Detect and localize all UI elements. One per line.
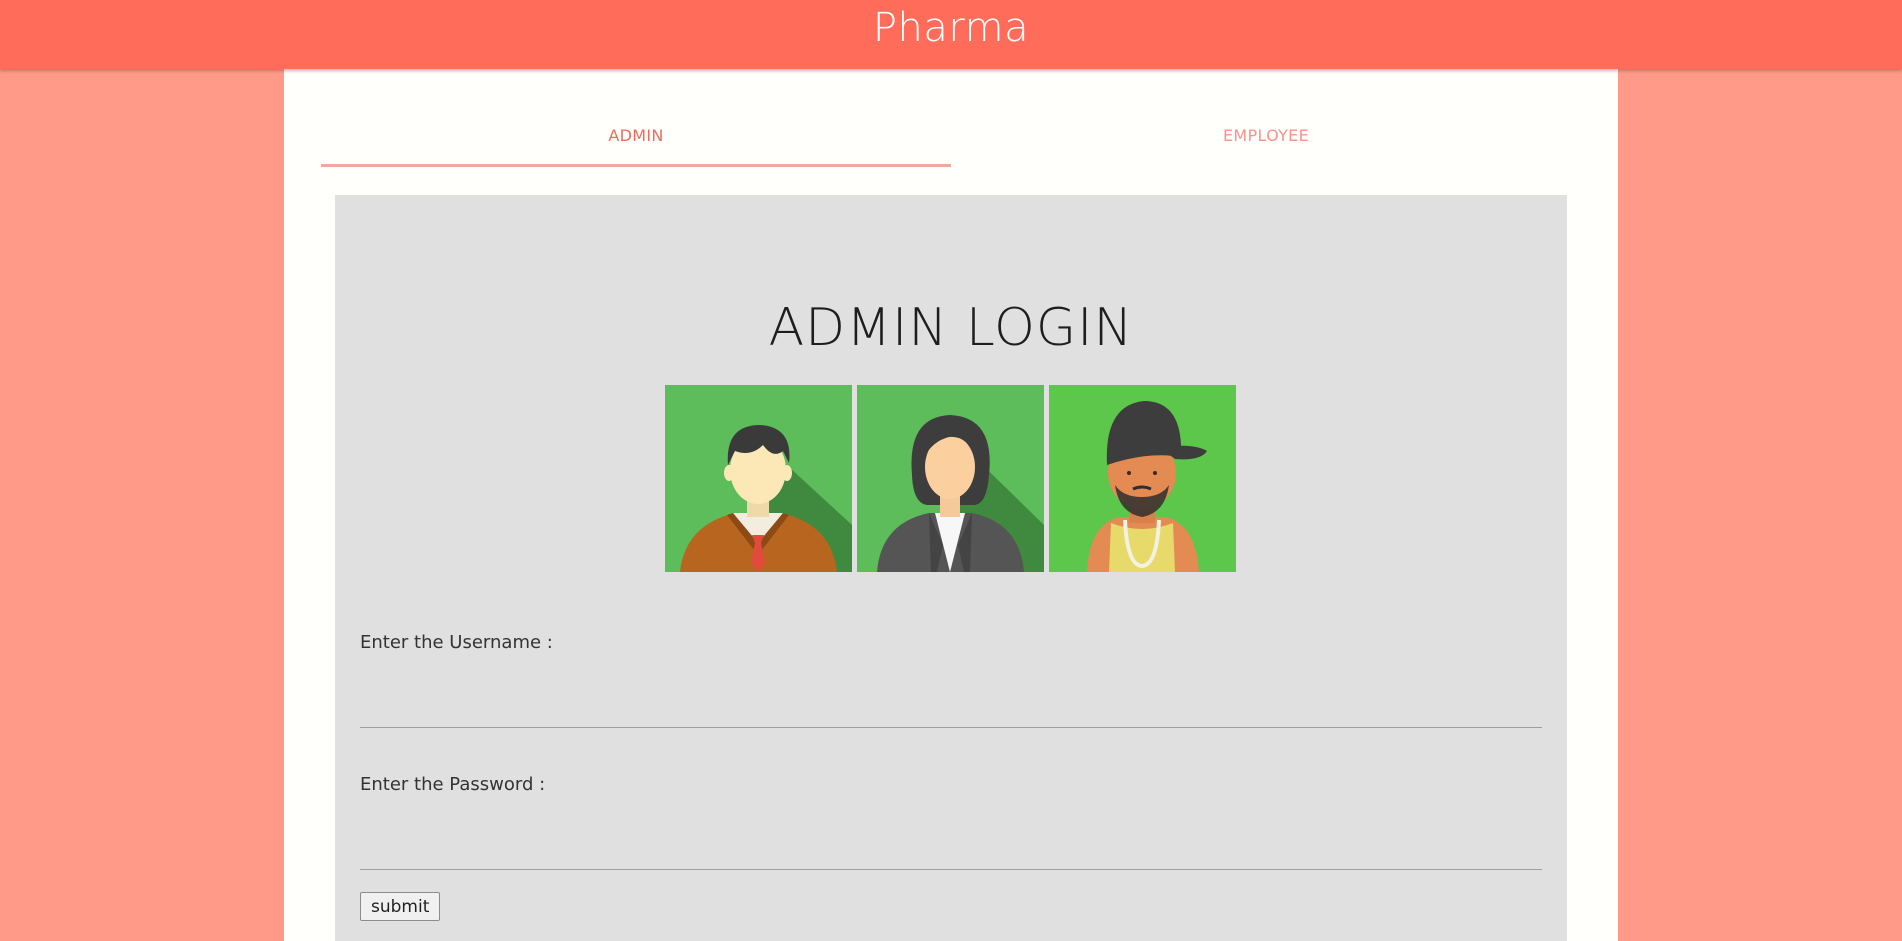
tab-employee[interactable]: EMPLOYEE — [951, 69, 1581, 167]
tab-bar: ADMIN EMPLOYEE — [321, 69, 1581, 167]
man-with-tie-avatar-icon — [665, 385, 852, 572]
admin-login-panel: ADMIN LOGIN Enter the Username: Enter t… — [335, 195, 1567, 941]
username-input[interactable] — [360, 687, 1542, 728]
woman-in-suit-avatar-icon — [857, 385, 1044, 572]
top-navbar: Pharma — [0, 0, 1902, 69]
tab-admin-label: ADMIN — [608, 126, 664, 145]
submit-button[interactable]: submit — [360, 892, 441, 921]
active-tab-indicator — [321, 164, 951, 167]
tab-admin[interactable]: ADMIN — [321, 69, 951, 167]
password-input[interactable] — [360, 829, 1542, 870]
man-with-cap-avatar-icon — [1049, 385, 1236, 572]
tab-employee-label: EMPLOYEE — [1222, 126, 1310, 145]
avatar-row — [665, 385, 1237, 573]
brand-title[interactable]: Pharma — [873, 6, 1029, 50]
login-card: ADMIN EMPLOYEE ADMIN LOGIN Enter the Use… — [284, 69, 1618, 941]
login-title: ADMIN LOGIN — [768, 298, 1134, 358]
username-label: Enter the Username : — [360, 632, 553, 653]
password-label: Enter the Password : — [360, 774, 546, 795]
